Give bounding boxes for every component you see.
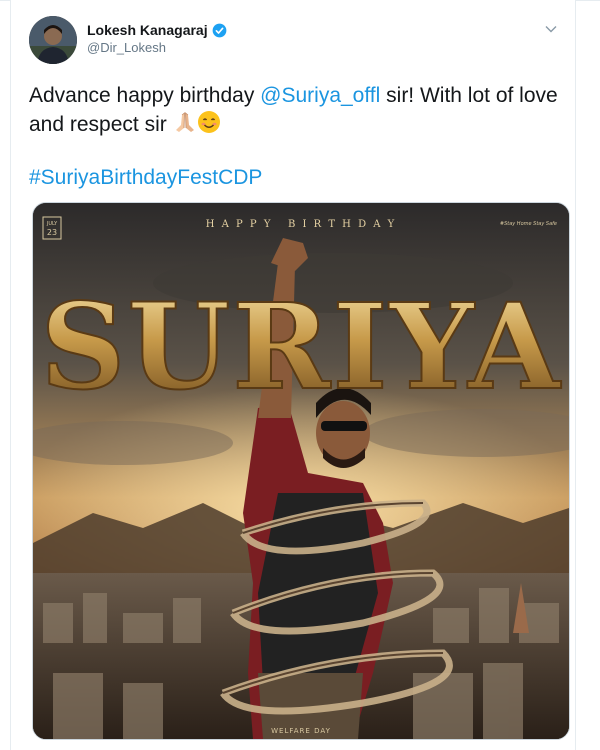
poster-bottom-text: WELFARE DAY <box>271 727 331 735</box>
poster-banner: H A P P Y B I R T H D A Y <box>206 219 397 230</box>
tweet-text-before: Advance happy birthday <box>29 84 261 107</box>
author-name-row[interactable]: Lokesh Kanagaraj <box>87 22 227 38</box>
folded-hands-emoji <box>175 112 194 132</box>
tweet-card[interactable]: Lokesh Kanagaraj @Dir_Lokesh Advance hap… <box>10 0 576 750</box>
author-name[interactable]: Lokesh Kanagaraj <box>87 22 208 38</box>
poster-image[interactable]: SURIYA H A P P Y B I R T H D A Y JULY 23… <box>32 202 570 740</box>
poster-title: SURIYA <box>40 277 562 416</box>
hashtag-link[interactable]: #SuriyaBirthdayFestCDP <box>29 166 262 190</box>
smiling-face-emoji <box>197 111 220 133</box>
verified-badge-icon <box>212 23 226 37</box>
author-handle[interactable]: @Dir_Lokesh <box>87 40 166 55</box>
chevron-down-icon[interactable] <box>544 22 558 36</box>
poster-date-month: JULY <box>46 221 58 227</box>
tweet-text: Advance happy birthday @Suriya_offl sir!… <box>29 82 559 139</box>
mention-link[interactable]: @Suriya_offl <box>260 84 380 107</box>
poster-date-day: 23 <box>47 228 57 237</box>
poster-corner-tag: #Stay Home Stay Safe <box>500 221 557 227</box>
avatar[interactable] <box>29 16 77 64</box>
